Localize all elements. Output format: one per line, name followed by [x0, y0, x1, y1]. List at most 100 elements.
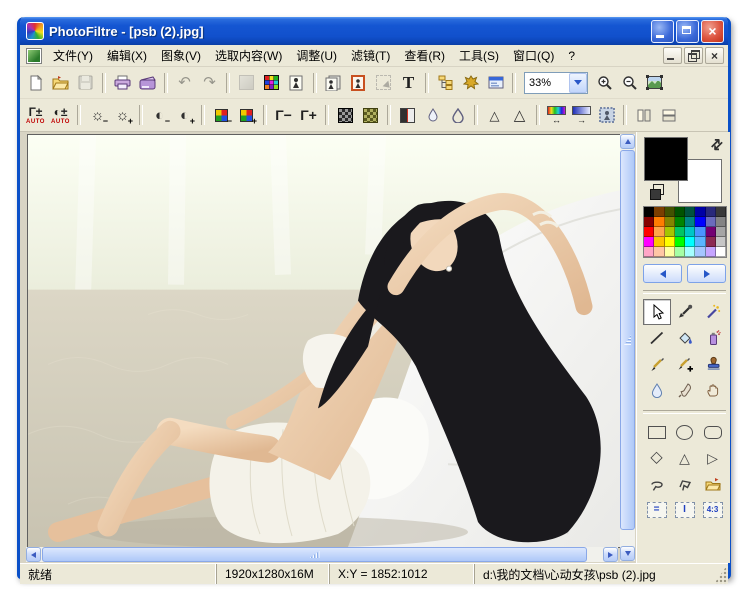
print-button[interactable]: [110, 71, 135, 95]
palette-swatch[interactable]: [685, 207, 695, 217]
close-button[interactable]: ×: [701, 20, 724, 43]
ratio-portrait-button[interactable]: I: [671, 497, 699, 523]
image-canvas[interactable]: [27, 134, 623, 548]
palette-swatch[interactable]: [644, 247, 654, 257]
gradient-button[interactable]: →: [569, 103, 594, 127]
palette-swatch[interactable]: [644, 217, 654, 227]
gamma-minus-button[interactable]: Γ−: [271, 103, 296, 127]
fill-tool[interactable]: [671, 325, 699, 351]
palette-swatch[interactable]: [695, 247, 705, 257]
scroll-left-button[interactable]: [26, 547, 41, 562]
horizontal-scrollbar[interactable]: [26, 547, 618, 562]
menu-tools[interactable]: 工具(S): [452, 45, 506, 66]
image-size-button[interactable]: [284, 71, 309, 95]
grayscale-button[interactable]: [333, 103, 358, 127]
new-button[interactable]: [23, 71, 48, 95]
saturation-plus-button[interactable]: +: [234, 103, 259, 127]
sharpen-button[interactable]: △: [482, 103, 507, 127]
palette-swatch[interactable]: [706, 207, 716, 217]
clone-stamp-tool[interactable]: [699, 351, 727, 377]
palette-swatch[interactable]: [706, 237, 716, 247]
selection-tool[interactable]: [643, 299, 671, 325]
flip-button[interactable]: [656, 103, 681, 127]
menu-selection[interactable]: 选取内容(W): [208, 45, 289, 66]
menu-edit[interactable]: 编辑(X): [100, 45, 154, 66]
rectangle-select[interactable]: [643, 419, 671, 445]
palette-swatch[interactable]: [654, 227, 664, 237]
rhombus-select[interactable]: ◇: [643, 445, 671, 471]
palette-swatch[interactable]: [716, 217, 726, 227]
palette-swatch[interactable]: [654, 237, 664, 247]
palette-swatch[interactable]: [675, 237, 685, 247]
mdi-minimize-button[interactable]: [663, 47, 682, 64]
palette-swatch[interactable]: [695, 237, 705, 247]
negative-button[interactable]: [395, 103, 420, 127]
scan-button[interactable]: [135, 71, 160, 95]
minimize-button[interactable]: [651, 20, 674, 43]
palette-swatch[interactable]: [665, 247, 675, 257]
save-button[interactable]: [73, 71, 98, 95]
mdi-restore-button[interactable]: [684, 47, 703, 64]
gamma-plus-button[interactable]: Γ+: [296, 103, 321, 127]
module-manager-button[interactable]: [483, 71, 508, 95]
palette-swatch[interactable]: [675, 227, 685, 237]
palette-swatch[interactable]: [665, 227, 675, 237]
ratio-43-button[interactable]: 4:3: [699, 497, 727, 523]
right-triangle-select[interactable]: ▷: [699, 445, 727, 471]
scroll-down-button[interactable]: [620, 546, 635, 561]
palette-swatch[interactable]: [685, 247, 695, 257]
hand-tool[interactable]: [699, 377, 727, 403]
chevron-down-icon[interactable]: [569, 73, 587, 93]
swap-colors-icon[interactable]: ⇄: [707, 134, 727, 154]
palette-swatch[interactable]: [654, 207, 664, 217]
brush-tool[interactable]: [643, 351, 671, 377]
sepia-button[interactable]: [358, 103, 383, 127]
zoom-in-button[interactable]: [592, 71, 617, 95]
undo-button[interactable]: ↶: [172, 71, 197, 95]
mdi-close-button[interactable]: ×: [705, 47, 724, 64]
indexed-colors-button[interactable]: [259, 71, 284, 95]
palette-swatch[interactable]: [665, 217, 675, 227]
line-tool[interactable]: [643, 325, 671, 351]
blur-button[interactable]: [420, 103, 445, 127]
menu-image[interactable]: 图象(V): [154, 45, 208, 66]
load-shape-button[interactable]: [699, 471, 727, 497]
palette-prev-button[interactable]: [643, 264, 682, 283]
advanced-brush-tool[interactable]: [671, 351, 699, 377]
blur-more-button[interactable]: [445, 103, 470, 127]
palette-swatch[interactable]: [685, 237, 695, 247]
rounded-rect-select[interactable]: [699, 419, 727, 445]
palette-swatch[interactable]: [716, 227, 726, 237]
magic-wand-tool[interactable]: [699, 299, 727, 325]
palette-swatch[interactable]: [675, 247, 685, 257]
canvas-size-button[interactable]: [321, 71, 346, 95]
palette-swatch[interactable]: [706, 227, 716, 237]
palette-swatch[interactable]: [685, 227, 695, 237]
palette-swatch[interactable]: [675, 217, 685, 227]
eyedropper-tool[interactable]: [671, 299, 699, 325]
show-selection-button[interactable]: [371, 71, 396, 95]
blur-tool[interactable]: [643, 377, 671, 403]
brightness-minus-button[interactable]: ☼−: [85, 103, 110, 127]
auto-levels-button[interactable]: Γ±AUTO: [23, 103, 48, 127]
palette-swatch[interactable]: [654, 247, 664, 257]
scroll-right-button[interactable]: [603, 547, 618, 562]
palette-swatch[interactable]: [644, 207, 654, 217]
crop-button[interactable]: [346, 71, 371, 95]
menu-help[interactable]: ?: [561, 47, 582, 65]
text-button[interactable]: T: [396, 71, 421, 95]
photomask-button[interactable]: [458, 71, 483, 95]
palette-swatch[interactable]: [644, 237, 654, 247]
palette-swatch[interactable]: [695, 217, 705, 227]
palette-swatch[interactable]: [654, 217, 664, 227]
mirror-button[interactable]: [631, 103, 656, 127]
photomask-frame-button[interactable]: [594, 103, 619, 127]
menu-filter[interactable]: 滤镜(T): [344, 45, 397, 66]
palette-swatch[interactable]: [716, 207, 726, 217]
auto-contrast-button[interactable]: ◐±AUTO: [48, 103, 73, 127]
zoom-combobox[interactable]: 33%: [524, 72, 588, 94]
ratio-landscape-button[interactable]: =: [643, 497, 671, 523]
palette-swatch[interactable]: [706, 247, 716, 257]
contrast-minus-button[interactable]: ◐−: [147, 103, 172, 127]
copy-colors-icon[interactable]: [653, 184, 664, 195]
